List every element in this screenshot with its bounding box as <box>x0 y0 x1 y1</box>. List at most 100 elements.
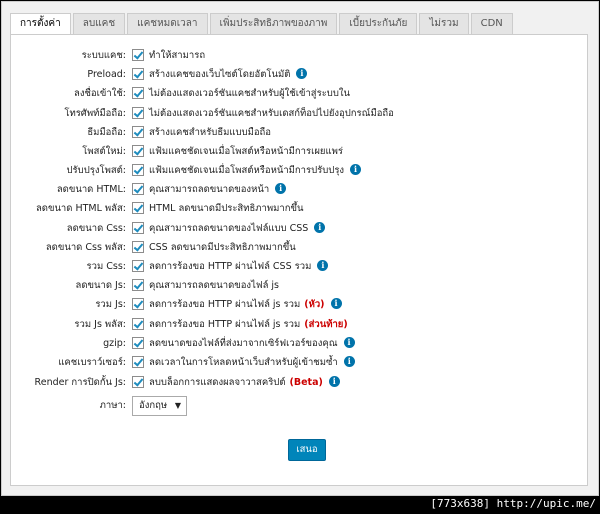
setting-row: ธีมมือถือ: สร้างแคชสำหรับธีมแบบมือถือ <box>11 125 571 143</box>
setting-checkbox[interactable] <box>132 202 144 214</box>
setting-description: แฟ้มแคชชัดเจนเมื่อโพสต์หรือหน้ามีการปรับ… <box>149 163 362 179</box>
language-label: ภาษา: <box>99 400 126 411</box>
setting-label: รวม Js: <box>95 299 126 310</box>
setting-label: ลดขนาด Css: <box>66 223 126 234</box>
setting-description-text: แฟ้มแคชชัดเจนเมื่อโพสต์หรือหน้ามีการปรับ… <box>149 165 345 176</box>
info-icon[interactable]: i <box>317 260 329 271</box>
setting-description-text: ลดการร้องขอ HTTP ผ่านไฟล์ js รวม <box>149 299 301 310</box>
setting-label: ปรับปรุงโพสต์: <box>66 165 126 176</box>
setting-description-text: สร้างแคชของเว็บไซต์โดยอัตโนมัติ <box>149 69 291 80</box>
info-icon[interactable]: i <box>328 376 340 387</box>
setting-description: คุณสามารถลดขนาดของหน้า i <box>149 182 287 198</box>
setting-checkbox[interactable] <box>132 318 144 330</box>
setting-row: รวม Js: ลดการร้องขอ HTTP ผ่านไฟล์ js รวม(… <box>11 297 571 315</box>
setting-description: ลดการร้องขอ HTTP ผ่านไฟล์ CSS รวม i <box>149 259 329 275</box>
setting-checkbox[interactable] <box>132 87 144 99</box>
setting-row: รวม Css: ลดการร้องขอ HTTP ผ่านไฟล์ CSS รว… <box>11 259 571 277</box>
setting-row: ลดขนาด HTML พลัส: HTML ลดขนาดมีประสิทธิภา… <box>11 201 571 219</box>
setting-checkbox[interactable] <box>132 260 144 272</box>
setting-description: ลดขนาดของไฟล์ที่ส่งมาจากเซิร์ฟเวอร์ของคุ… <box>149 336 355 352</box>
setting-checkbox[interactable] <box>132 145 144 157</box>
setting-label: แคชเบราว์เซอร์: <box>58 357 126 368</box>
setting-checkbox[interactable] <box>132 107 144 119</box>
setting-label: ลงชื่อเข้าใช้: <box>74 88 126 99</box>
setting-row: ปรับปรุงโพสต์: แฟ้มแคชชัดเจนเมื่อโพสต์หรื… <box>11 163 571 181</box>
setting-checkbox[interactable] <box>132 298 144 310</box>
setting-label: gzip: <box>103 338 126 349</box>
language-row: ภาษา: อังกฤษ ▼ <box>11 396 571 416</box>
setting-checkbox[interactable] <box>132 337 144 349</box>
setting-note: (Beta) <box>289 377 323 388</box>
setting-checkbox[interactable] <box>132 49 144 61</box>
tab-exclude[interactable]: ไม่รวม <box>419 13 469 35</box>
setting-row: ลดขนาด Js: คุณสามารถลดขนาดของไฟล์ js <box>11 278 571 296</box>
setting-checkbox[interactable] <box>132 222 144 234</box>
info-icon[interactable]: i <box>350 164 362 175</box>
setting-checkbox[interactable] <box>132 183 144 195</box>
info-icon[interactable]: i <box>314 222 326 233</box>
tab-cdn[interactable]: CDN <box>470 13 513 35</box>
setting-description-text: CSS ลดขนาดมีประสิทธิภาพมากขึ้น <box>149 242 296 253</box>
setting-row: ลงชื่อเข้าใช้: ไม่ต้องแสดงเวอร์ชันแคชสำหร… <box>11 86 571 104</box>
setting-label: ลดขนาด Js: <box>75 280 126 291</box>
setting-checkbox[interactable] <box>132 376 144 388</box>
tab-premium[interactable]: เบี้ยประกันภัย <box>339 13 418 35</box>
setting-description: ทำให้สามารถ <box>149 48 205 64</box>
setting-label: รวม Js พลัส: <box>74 319 126 330</box>
setting-label: Render การปิดกั้น Js: <box>34 377 126 388</box>
setting-description-text: ลดการร้องขอ HTTP ผ่านไฟล์ CSS รวม <box>149 261 312 272</box>
setting-description-text: ไม่ต้องแสดงเวอร์ชันแคชสำหรับเดสก์ท็อปไปย… <box>149 108 394 119</box>
setting-label: รวม Css: <box>86 261 126 272</box>
info-icon[interactable]: i <box>330 298 342 309</box>
setting-row: ลดขนาด HTML: คุณสามารถลดขนาดของหน้า i <box>11 182 571 200</box>
setting-checkbox[interactable] <box>132 241 144 253</box>
setting-description: ไม่ต้องแสดงเวอร์ชันแคชสำหรับผู้ใช้เข้าสู… <box>149 86 350 102</box>
setting-label: ลดขนาด Css พลัส: <box>45 242 126 253</box>
setting-description: CSS ลดขนาดมีประสิทธิภาพมากขึ้น <box>149 240 296 256</box>
setting-description-text: คุณสามารถลดขนาดของหน้า <box>149 184 270 195</box>
tab-settings[interactable]: การตั้งค่า <box>10 13 71 36</box>
setting-checkbox[interactable] <box>132 279 144 291</box>
setting-description-text: ลดการร้องขอ HTTP ผ่านไฟล์ js รวม <box>149 319 301 330</box>
setting-description-text: คุณสามารถลดขนาดของไฟล์แบบ CSS <box>149 223 309 234</box>
submit-button[interactable]: เสนอ <box>288 439 326 461</box>
setting-label: ลดขนาด HTML: <box>56 184 126 195</box>
setting-row: รวม Js พลัส: ลดการร้องขอ HTTP ผ่านไฟล์ js… <box>11 317 571 335</box>
setting-description-text: ลบบล็อกการแสดงผลจาวาสคริปต์ <box>149 377 286 388</box>
settings-window: การตั้งค่า ลบแคช แคชหมดเวลา เพิ่มประสิทธ… <box>1 1 599 496</box>
tab-image-optimization[interactable]: เพิ่มประสิทธิภาพของภาพ <box>209 13 338 35</box>
info-icon[interactable]: i <box>343 337 355 348</box>
settings-panel: ระบบแคช: ทำให้สามารถ Preload: สร้างแคชของเว… <box>10 34 588 486</box>
tab-delete-cache[interactable]: ลบแคช <box>72 13 126 35</box>
setting-label: โพสต์ใหม่: <box>82 146 126 157</box>
setting-description: แฟ้มแคชชัดเจนเมื่อโพสต์หรือหน้ามีการเผยแ… <box>149 144 343 160</box>
setting-description-text: สร้างแคชสำหรับธีมแบบมือถือ <box>149 127 271 138</box>
setting-checkbox[interactable] <box>132 68 144 80</box>
setting-description: สร้างแคชสำหรับธีมแบบมือถือ <box>149 125 271 141</box>
setting-description: ไม่ต้องแสดงเวอร์ชันแคชสำหรับเดสก์ท็อปไปย… <box>149 106 394 122</box>
setting-description-text: ลดขนาดของไฟล์ที่ส่งมาจากเซิร์ฟเวอร์ของคุ… <box>149 338 338 349</box>
setting-description: ลดการร้องขอ HTTP ผ่านไฟล์ js รวม (หัว) i <box>149 297 342 313</box>
setting-description: ลบบล็อกการแสดงผลจาวาสคริปต์ (Beta) i <box>149 375 340 391</box>
setting-checkbox[interactable] <box>132 356 144 368</box>
info-icon[interactable]: i <box>275 183 287 194</box>
setting-description-text: HTML ลดขนาดมีประสิทธิภาพมากขึ้น <box>149 203 304 214</box>
setting-checkbox[interactable] <box>132 126 144 138</box>
setting-row: gzip: ลดขนาดของไฟล์ที่ส่งมาจากเซิร์ฟเวอร์… <box>11 336 571 354</box>
setting-description: คุณสามารถลดขนาดของไฟล์แบบ CSS i <box>149 221 326 237</box>
setting-description: ลดการร้องขอ HTTP ผ่านไฟล์ js รวม (ส่วนท้า… <box>149 317 348 333</box>
setting-row: โทรศัพท์มือถือ: ไม่ต้องแสดงเวอร์ชันแคชสำห… <box>11 106 571 124</box>
setting-label: โทรศัพท์มือถือ: <box>64 108 126 119</box>
setting-description-text: แฟ้มแคชชัดเจนเมื่อโพสต์หรือหน้ามีการเผยแ… <box>149 146 343 157</box>
setting-description: คุณสามารถลดขนาดของไฟล์ js <box>149 278 279 294</box>
language-select[interactable]: อังกฤษ ▼ <box>132 396 187 416</box>
setting-description: HTML ลดขนาดมีประสิทธิภาพมากขึ้น <box>149 201 304 217</box>
info-icon[interactable]: i <box>296 68 308 79</box>
setting-description: ลดเวลาในการโหลดหน้าเว็บสำหรับผู้เข้าชมซ้… <box>149 355 355 371</box>
setting-label: Preload: <box>87 69 126 80</box>
setting-label: ระบบแคช: <box>81 50 126 61</box>
setting-checkbox[interactable] <box>132 164 144 176</box>
setting-row: ลดขนาด Css: คุณสามารถลดขนาดของไฟล์แบบ CSS… <box>11 221 571 239</box>
tab-cache-timeout[interactable]: แคชหมดเวลา <box>127 13 208 35</box>
info-icon[interactable]: i <box>343 356 355 367</box>
